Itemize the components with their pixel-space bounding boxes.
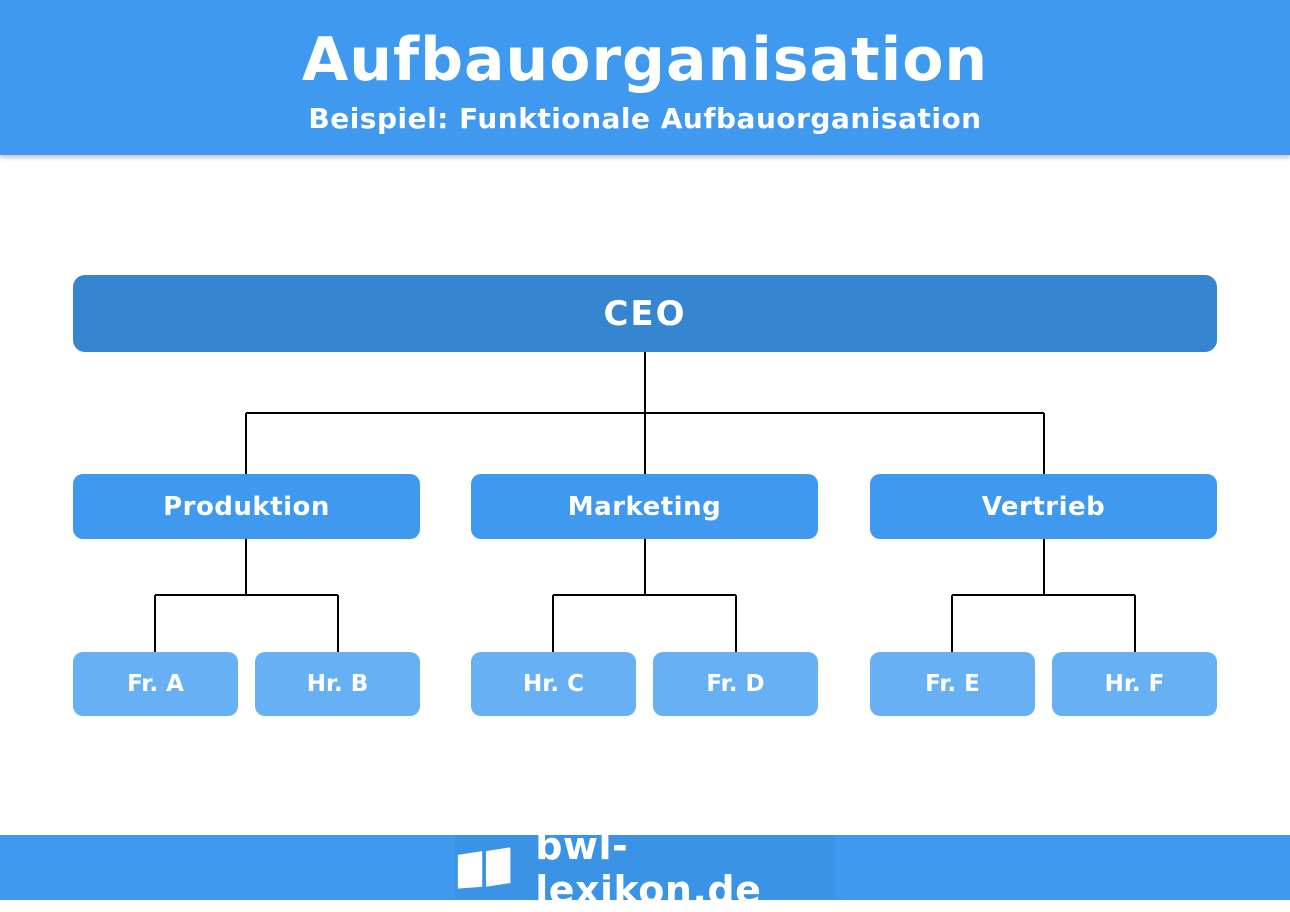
- member-node-fr-a: Fr. A: [73, 652, 238, 716]
- department-node-marketing: Marketing: [471, 474, 818, 539]
- ceo-node: CEO: [73, 275, 1217, 352]
- footer-brand-link[interactable]: bwl-lexikon.de: [455, 824, 835, 912]
- footer-brand-text: bwl-lexikon.de: [535, 823, 762, 912]
- department-node-produktion: Produktion: [73, 474, 420, 539]
- member-node-hr-f: Hr. F: [1052, 652, 1217, 716]
- member-node-fr-e: Fr. E: [870, 652, 1035, 716]
- department-node-vertrieb: Vertrieb: [870, 474, 1217, 539]
- book-icon: [457, 846, 511, 889]
- member-node-hr-b: Hr. B: [255, 652, 420, 716]
- member-node-fr-d: Fr. D: [653, 652, 818, 716]
- member-node-hr-c: Hr. C: [471, 652, 636, 716]
- org-connectors: [154, 352, 1136, 652]
